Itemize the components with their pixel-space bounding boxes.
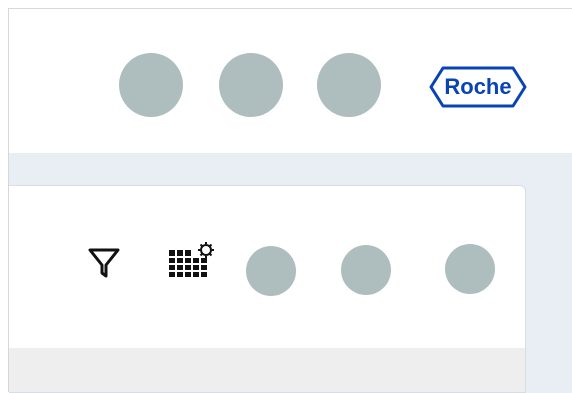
logo-text: Roche: [444, 74, 511, 99]
app-window: Roche: [8, 8, 572, 393]
workspace: [9, 153, 572, 393]
column-settings-icon[interactable]: [167, 241, 217, 286]
content-panel: [9, 185, 526, 393]
panel-avatar-1[interactable]: [246, 246, 296, 296]
panel-avatar-3[interactable]: [445, 244, 495, 294]
header-avatar-1[interactable]: [119, 53, 183, 117]
header-avatar-2[interactable]: [219, 53, 283, 117]
roche-logo: Roche: [429, 66, 527, 108]
top-header: Roche: [9, 9, 572, 153]
panel-footer: [9, 348, 525, 392]
panel-avatar-2[interactable]: [341, 245, 391, 295]
header-avatar-3[interactable]: [317, 53, 381, 117]
filter-icon[interactable]: [87, 246, 121, 280]
